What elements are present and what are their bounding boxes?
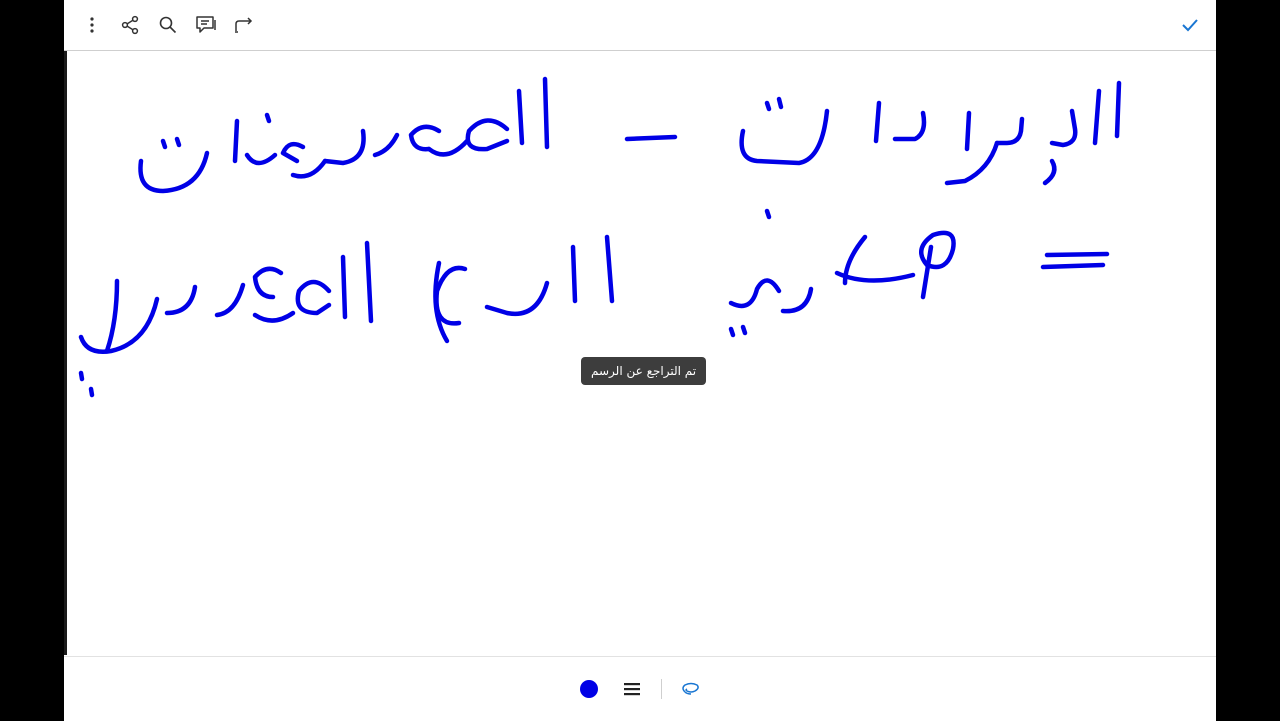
- lasso-icon[interactable]: [676, 675, 704, 703]
- search-icon[interactable]: [152, 9, 184, 41]
- checkmark-icon[interactable]: [1174, 9, 1206, 41]
- toolbar-divider: [661, 679, 662, 699]
- comment-icon[interactable]: [190, 9, 222, 41]
- pen-color-icon[interactable]: [575, 675, 603, 703]
- bottom-toolbar: [64, 656, 1216, 721]
- undo-toast: تم التراجع عن الرسم: [581, 357, 707, 385]
- share-icon[interactable]: [114, 9, 146, 41]
- handwriting-ink: [78, 76, 1122, 398]
- redo-icon[interactable]: [228, 9, 260, 41]
- pen-color-swatch: [580, 680, 598, 698]
- more-vertical-icon[interactable]: [76, 9, 108, 41]
- stroke-width-icon[interactable]: [618, 675, 646, 703]
- top-toolbar: [64, 0, 1216, 51]
- drawing-canvas[interactable]: تم التراجع عن الرسم: [64, 51, 1216, 655]
- drawing-app: تم التراجع عن الرسم: [64, 0, 1216, 721]
